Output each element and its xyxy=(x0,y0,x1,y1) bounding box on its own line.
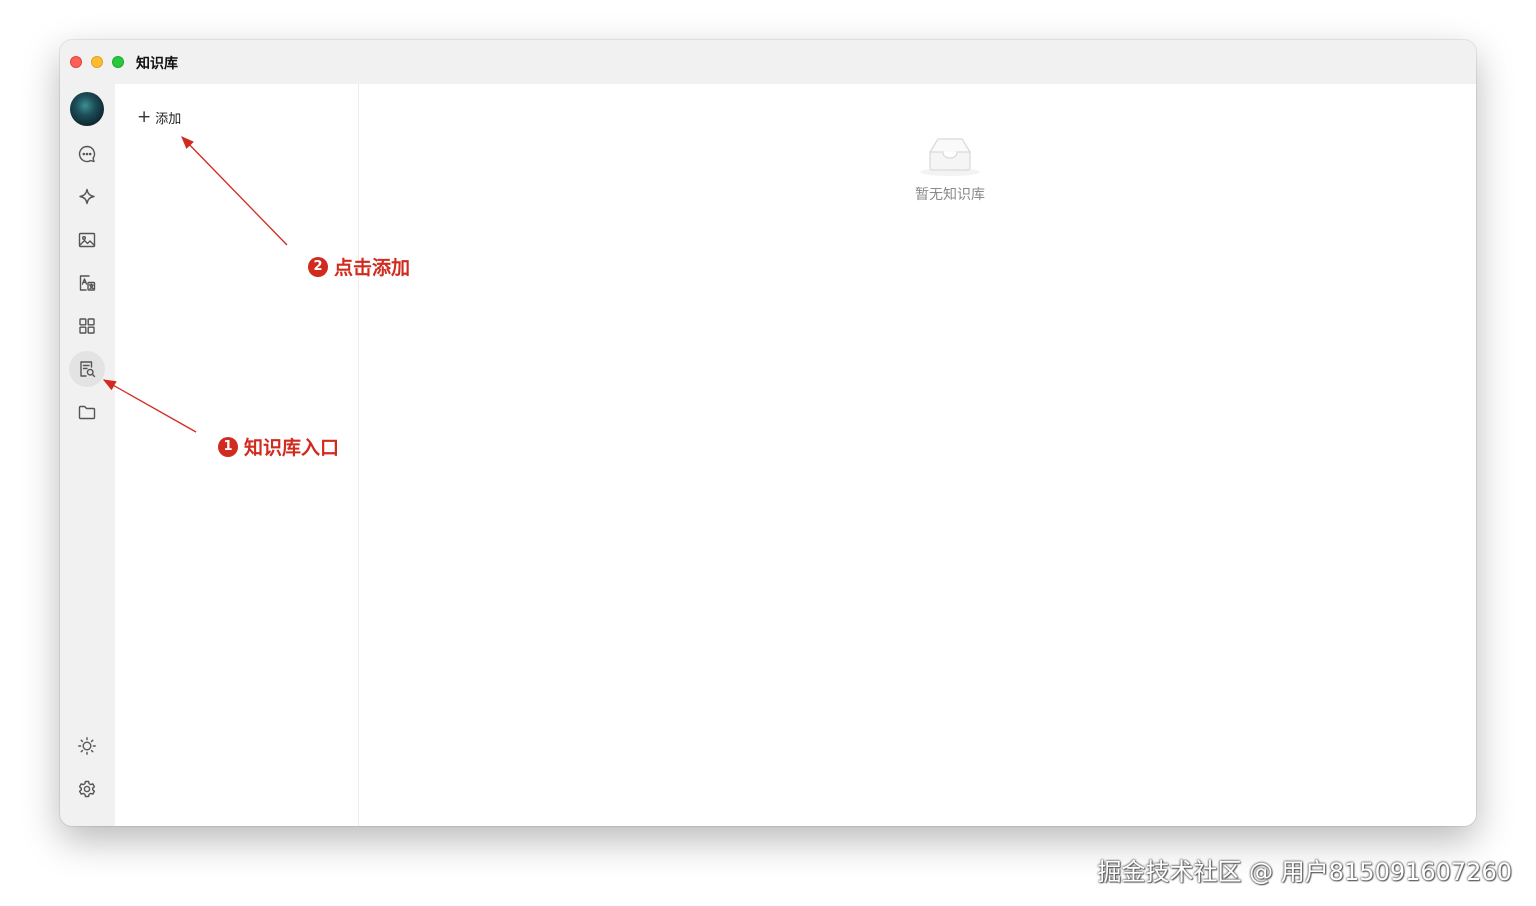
annotation-step1-number: 1 xyxy=(218,436,238,457)
annotation-step2: 2 点击添加 xyxy=(308,253,410,280)
title-bar: 知识库 xyxy=(60,40,1476,84)
theme-toggle-button[interactable] xyxy=(69,728,105,764)
annotation-step1: 1 知识库入口 xyxy=(218,433,339,460)
empty-inbox-icon xyxy=(920,138,980,176)
sidebar-item-chat[interactable] xyxy=(69,136,105,172)
sparkle-icon xyxy=(79,188,95,205)
avatar[interactable] xyxy=(70,92,104,126)
sidebar-item-image[interactable] xyxy=(69,222,105,258)
annotation-step2-label: 点击添加 xyxy=(334,257,411,279)
annotation-step1-label: 知识库入口 xyxy=(244,437,340,459)
sidebar-item-assistant[interactable] xyxy=(69,179,105,215)
empty-state: 暂无知识库 xyxy=(885,130,1015,204)
grid-icon xyxy=(79,318,95,334)
close-window-button[interactable] xyxy=(70,56,82,68)
add-knowledge-button[interactable]: + 添加 xyxy=(137,106,181,128)
sidebar-item-knowledge[interactable] xyxy=(69,351,105,387)
chat-bubble-icon xyxy=(78,145,96,163)
minimize-window-button[interactable] xyxy=(91,56,103,68)
knowledge-search-icon xyxy=(80,361,96,378)
folder-icon xyxy=(78,405,96,420)
maximize-window-button[interactable] xyxy=(112,56,124,68)
sidebar xyxy=(60,84,115,826)
plus-icon: + xyxy=(137,106,152,127)
translate-icon xyxy=(79,275,96,291)
sidebar-item-translate[interactable] xyxy=(69,265,105,301)
settings-button[interactable] xyxy=(69,771,105,807)
image-icon xyxy=(78,232,96,248)
annotation-step2-number: 2 xyxy=(308,256,328,277)
sidebar-item-apps[interactable] xyxy=(69,308,105,344)
window-title: 知识库 xyxy=(136,56,178,72)
gear-icon xyxy=(78,780,96,798)
sun-icon xyxy=(78,737,96,755)
watermark: 掘金技术社区 @ 用户815091607260 xyxy=(1097,858,1513,886)
add-button-label: 添加 xyxy=(155,111,182,127)
empty-state-text: 暂无知识库 xyxy=(915,187,985,203)
sidebar-item-files[interactable] xyxy=(69,394,105,430)
